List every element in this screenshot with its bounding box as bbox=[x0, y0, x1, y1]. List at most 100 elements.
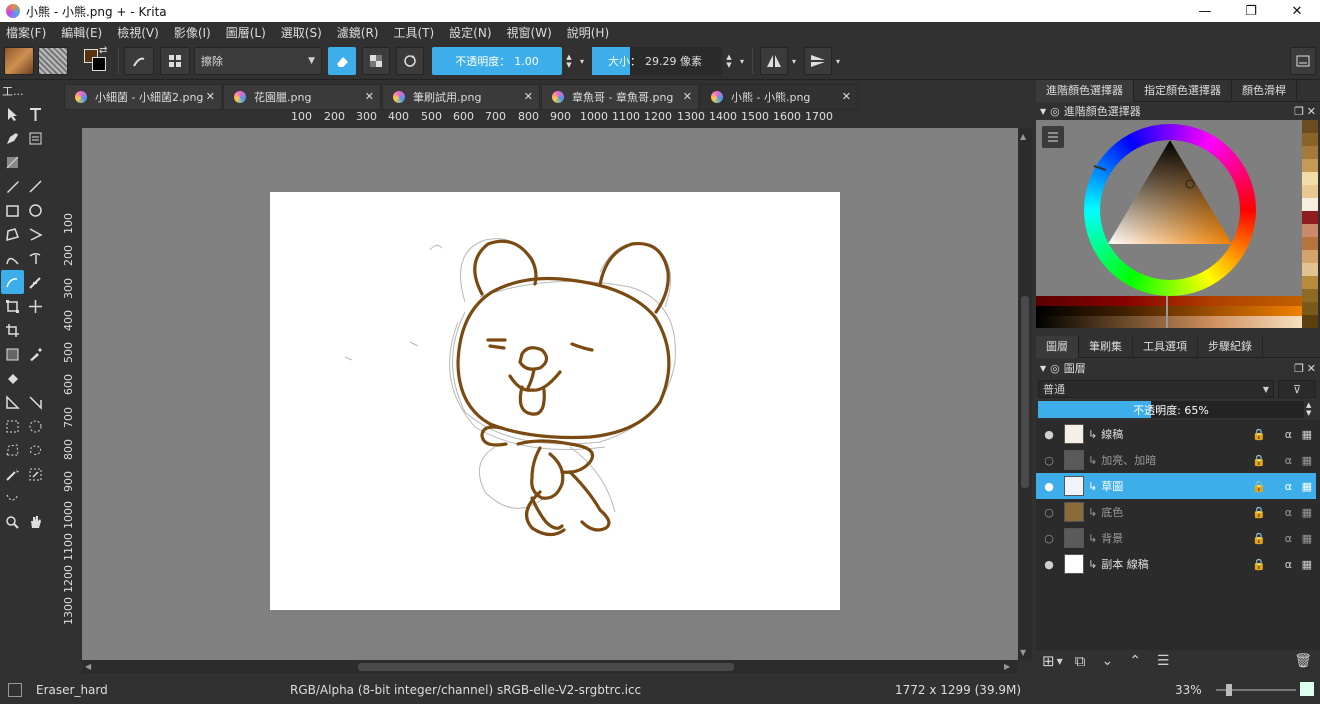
close-tab-icon[interactable]: ✕ bbox=[842, 90, 851, 103]
scroll-right-icon[interactable]: ▶ bbox=[1004, 662, 1010, 671]
alpha-lock-icon[interactable]: α bbox=[1285, 428, 1292, 441]
close-tab-icon[interactable]: ✕ bbox=[524, 90, 533, 103]
layer-row[interactable]: ● ↳ 線稿 🔒 α ▦ bbox=[1036, 421, 1316, 447]
pattern-edit-tool[interactable] bbox=[1, 150, 24, 174]
opacity-spinner[interactable]: ▲ ▼ bbox=[562, 47, 576, 75]
layer-row[interactable]: ○ ↳ 背景 🔒 α ▦ bbox=[1036, 525, 1316, 551]
dynamic-brush-tool[interactable] bbox=[1, 270, 24, 294]
polygon-select-tool[interactable] bbox=[1, 438, 24, 462]
inherit-alpha-icon[interactable]: ▦ bbox=[1302, 428, 1312, 441]
gradient-tool[interactable] bbox=[1, 342, 24, 366]
assistant-tool[interactable] bbox=[24, 390, 47, 414]
scroll-left-icon[interactable]: ◀ bbox=[85, 662, 91, 671]
size-menu-chevron-icon[interactable]: ▾ bbox=[737, 47, 747, 75]
size-slider[interactable]: 大小： 29.29 像素 bbox=[592, 47, 722, 75]
close-docker-icon[interactable]: ✕ bbox=[1307, 362, 1316, 375]
calligraphy-tool[interactable] bbox=[24, 126, 47, 150]
menu-edit[interactable]: 編輯(E) bbox=[61, 24, 102, 41]
zoom-slider[interactable] bbox=[1216, 684, 1296, 696]
fill-tool[interactable] bbox=[1, 366, 24, 390]
visibility-eye-icon[interactable]: ● bbox=[1038, 558, 1060, 571]
toolbar-menu-button[interactable] bbox=[1290, 47, 1316, 75]
gradient-selector[interactable] bbox=[4, 47, 34, 75]
polygon-tool[interactable] bbox=[1, 222, 24, 246]
edit-shapes-tool[interactable] bbox=[1, 126, 24, 150]
line-tool[interactable] bbox=[24, 174, 47, 198]
tab-brush-presets[interactable]: 筆刷集 bbox=[1079, 335, 1133, 358]
vertical-scrollbar[interactable]: ▲ ▼ bbox=[1018, 128, 1032, 660]
pattern-selector[interactable] bbox=[38, 47, 68, 75]
inherit-alpha-icon[interactable]: ▦ bbox=[1302, 506, 1312, 519]
blend-mode-dropdown[interactable]: 擦除 ▼ bbox=[194, 47, 322, 75]
tab-document-4[interactable]: 章魚哥 - 章魚哥.png ✕ bbox=[541, 84, 699, 110]
inherit-alpha-icon[interactable]: ▦ bbox=[1302, 558, 1312, 571]
delete-layer-icon[interactable]: 🗑 bbox=[1294, 653, 1312, 669]
maximize-button[interactable]: ❐ bbox=[1228, 0, 1274, 22]
float-docker-icon[interactable]: ❐ bbox=[1294, 362, 1304, 375]
pan-tool[interactable] bbox=[24, 510, 47, 534]
close-button[interactable]: ✕ bbox=[1274, 0, 1320, 22]
alpha-lock-icon[interactable]: α bbox=[1285, 480, 1292, 493]
tab-tool-options[interactable]: 工具選項 bbox=[1133, 335, 1198, 358]
multibrush-tool[interactable] bbox=[24, 270, 47, 294]
polyline-tool[interactable] bbox=[24, 222, 47, 246]
tab-undo-history[interactable]: 步驟紀錄 bbox=[1198, 335, 1263, 358]
lock-icon[interactable]: 🔒 bbox=[1252, 506, 1266, 519]
color-selector-settings-button[interactable] bbox=[1042, 126, 1064, 148]
layer-blend-mode-dropdown[interactable]: 普通 ▼ bbox=[1038, 380, 1274, 398]
brush-editor-button[interactable] bbox=[160, 47, 190, 75]
add-layer-chevron-icon[interactable]: ▼ bbox=[1057, 657, 1063, 666]
layer-properties-icon[interactable]: ☰ bbox=[1157, 653, 1170, 669]
swap-colors-icon[interactable]: ⇄ bbox=[99, 45, 107, 56]
menu-image[interactable]: 影像(I) bbox=[174, 24, 211, 41]
inherit-alpha-icon[interactable]: ▦ bbox=[1302, 480, 1312, 493]
mirror-horizontal-button[interactable] bbox=[760, 47, 788, 75]
tab-color-sliders[interactable]: 顏色滑桿 bbox=[1232, 79, 1297, 102]
canvas-viewport[interactable] bbox=[82, 128, 1018, 660]
tab-specific-color-selector[interactable]: 指定顏色選擇器 bbox=[1134, 79, 1232, 102]
color-selector-area[interactable] bbox=[1036, 120, 1302, 296]
layer-row-selected[interactable]: ● ↳ 草圖 🔒 α ▦ bbox=[1036, 473, 1316, 499]
alpha-lock-icon[interactable]: α bbox=[1285, 558, 1292, 571]
lock-icon[interactable]: 🔒 bbox=[1252, 454, 1266, 467]
similar-select-tool[interactable] bbox=[24, 462, 47, 486]
inherit-alpha-icon[interactable]: ▦ bbox=[1302, 454, 1312, 467]
float-docker-icon[interactable]: ❐ bbox=[1294, 105, 1304, 118]
collapse-icon[interactable]: ▼ bbox=[1040, 364, 1046, 373]
freehand-path-tool[interactable] bbox=[24, 246, 47, 270]
duplicate-layer-icon[interactable]: ⧉ bbox=[1075, 652, 1086, 670]
mirror-vertical-button[interactable] bbox=[804, 47, 832, 75]
menu-help[interactable]: 說明(H) bbox=[567, 24, 609, 41]
bezier-curve-tool[interactable] bbox=[1, 246, 24, 270]
saturation-value-triangle[interactable] bbox=[1084, 124, 1256, 296]
lock-icon[interactable]: 🔒 bbox=[1252, 532, 1266, 545]
layer-row[interactable]: ○ ↳ 加亮、加暗 🔒 α ▦ bbox=[1036, 447, 1316, 473]
add-layer-icon[interactable]: ⊞ bbox=[1042, 652, 1055, 670]
ellipse-tool[interactable] bbox=[24, 198, 47, 222]
layer-opacity-spinner[interactable]: ▲ ▼ bbox=[1306, 401, 1311, 417]
mirror-h-chevron-icon[interactable]: ▾ bbox=[789, 47, 799, 75]
crop-tool[interactable] bbox=[1, 318, 24, 342]
measure-tool[interactable] bbox=[1, 390, 24, 414]
layer-row[interactable]: ● ↳ 副本 線稿 🔒 α ▦ bbox=[1036, 551, 1316, 577]
minimize-button[interactable]: — bbox=[1182, 0, 1228, 22]
drawing-canvas[interactable] bbox=[270, 192, 840, 610]
tab-document-5-active[interactable]: 小熊 - 小熊.png ✕ bbox=[700, 84, 858, 110]
menu-layer[interactable]: 圖層(L) bbox=[226, 24, 266, 41]
zoom-slider-handle[interactable] bbox=[1226, 684, 1232, 696]
ellipse-select-tool[interactable] bbox=[24, 414, 47, 438]
fg-bg-color-selector[interactable]: ⇄ bbox=[80, 45, 112, 75]
lock-icon[interactable]: 🔒 bbox=[1252, 428, 1266, 441]
scroll-down-icon[interactable]: ▼ bbox=[1020, 648, 1026, 657]
menu-filter[interactable]: 濾鏡(R) bbox=[337, 24, 379, 41]
move-layer-up-icon[interactable]: ⌃ bbox=[1129, 653, 1141, 669]
select-shapes-tool[interactable] bbox=[1, 102, 24, 126]
tab-document-1[interactable]: 小細菌 - 小細菌2.png ✕ bbox=[64, 84, 222, 110]
reload-preset-button[interactable] bbox=[396, 47, 424, 75]
visibility-eye-icon[interactable]: ○ bbox=[1038, 532, 1060, 545]
inherit-alpha-icon[interactable]: ▦ bbox=[1302, 532, 1312, 545]
eraser-mode-button[interactable] bbox=[328, 47, 356, 75]
brush-preset-button[interactable] bbox=[124, 47, 154, 75]
menu-settings[interactable]: 設定(N) bbox=[449, 24, 491, 41]
rect-select-tool[interactable] bbox=[1, 414, 24, 438]
